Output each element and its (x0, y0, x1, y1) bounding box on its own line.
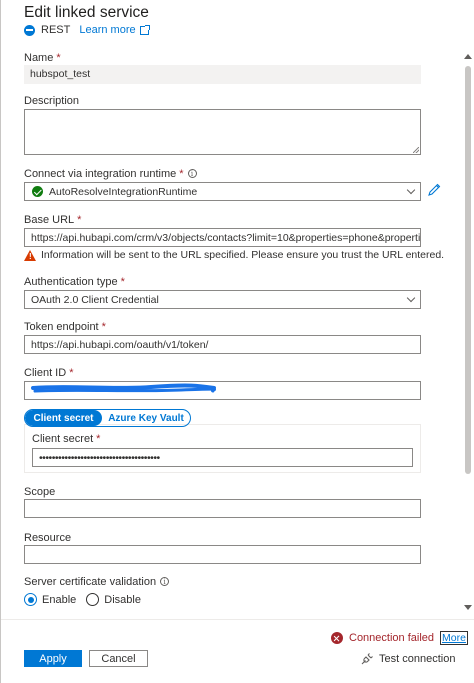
base-url-warning: ! Information will be sent to the URL sp… (24, 249, 444, 261)
name-label: Name * (24, 52, 61, 64)
runtime-value: AutoResolveIntegrationRuntime (49, 186, 198, 198)
cert-validation-label: Server certificate validation i (24, 576, 170, 588)
description-textarea[interactable] (24, 109, 421, 155)
external-link-icon[interactable] (139, 24, 150, 35)
auth-type-label: Authentication type * (24, 276, 125, 288)
scroll-down-arrow-icon[interactable] (464, 605, 472, 610)
resource-label: Resource (24, 532, 72, 544)
radio-enable-label[interactable]: Enable (42, 594, 76, 606)
info-icon[interactable]: i (160, 577, 170, 586)
error-circle-icon (331, 632, 343, 644)
name-field[interactable]: hubspot_test (24, 65, 421, 84)
warning-icon: ! (24, 249, 36, 261)
more-link[interactable]: More (440, 631, 468, 645)
token-endpoint-input[interactable]: https://api.hubapi.com/oauth/v1/token/ (24, 335, 421, 354)
test-connection-button[interactable]: Test connection (360, 652, 455, 666)
toggle-client-secret[interactable]: Client secret (25, 410, 102, 426)
test-connection-label: Test connection (379, 653, 456, 665)
cert-validation-options: Enable Disable (24, 593, 141, 606)
plug-icon (361, 653, 373, 665)
edit-pencil-icon[interactable] (427, 182, 441, 198)
auth-type-value: OAuth 2.0 Client Credential (31, 294, 159, 306)
service-type-row: REST Learn more (24, 24, 150, 36)
description-label: Description (24, 95, 80, 107)
radio-disable[interactable] (86, 593, 100, 606)
scroll-thumb[interactable] (465, 66, 471, 474)
chevron-down-icon (406, 293, 416, 303)
radio-disable-label[interactable]: Disable (104, 594, 141, 606)
panel-title: Edit linked service (24, 4, 149, 21)
info-icon[interactable]: i (187, 169, 197, 178)
token-endpoint-label: Token endpoint * (24, 321, 106, 333)
chevron-down-icon (406, 185, 416, 195)
client-secret-label: Client secret * (32, 433, 101, 445)
scope-label: Scope (24, 486, 56, 498)
scroll-up-arrow-icon[interactable] (464, 54, 472, 59)
runtime-dropdown[interactable]: AutoResolveIntegrationRuntime (24, 182, 421, 201)
linked-service-panel: Edit linked service REST Learn more Name… (0, 0, 474, 683)
apply-button[interactable]: Apply (24, 650, 82, 667)
connection-status: Connection failed More (331, 631, 468, 645)
scope-input[interactable] (24, 499, 421, 518)
base-url-label: Base URL * (24, 214, 82, 226)
client-id-label: Client ID * (24, 367, 74, 379)
vertical-scrollbar[interactable] (462, 54, 473, 610)
cancel-button[interactable]: Cancel (89, 650, 148, 667)
toggle-azure-key-vault[interactable]: Azure Key Vault (102, 410, 190, 426)
resource-input[interactable] (24, 545, 421, 564)
base-url-input[interactable]: https://api.hubapi.com/crm/v3/objects/co… (24, 228, 421, 247)
redaction-scribble (31, 383, 216, 393)
secret-source-toggle: Client secret Azure Key Vault (24, 409, 191, 427)
connection-failed-text: Connection failed (349, 632, 435, 644)
footer-divider (1, 619, 474, 620)
client-secret-input[interactable]: •••••••••••••••••••••••••••••••••••••• (32, 448, 413, 467)
auth-type-dropdown[interactable]: OAuth 2.0 Client Credential (24, 290, 421, 309)
rest-service-icon (24, 24, 35, 36)
service-type: REST (41, 24, 71, 36)
learn-more-link[interactable]: Learn more (79, 24, 135, 36)
radio-enable[interactable] (24, 593, 37, 606)
check-circle-icon (32, 186, 43, 197)
resize-grip-icon[interactable] (413, 147, 419, 153)
runtime-label: Connect via integration runtime * i (24, 168, 197, 180)
